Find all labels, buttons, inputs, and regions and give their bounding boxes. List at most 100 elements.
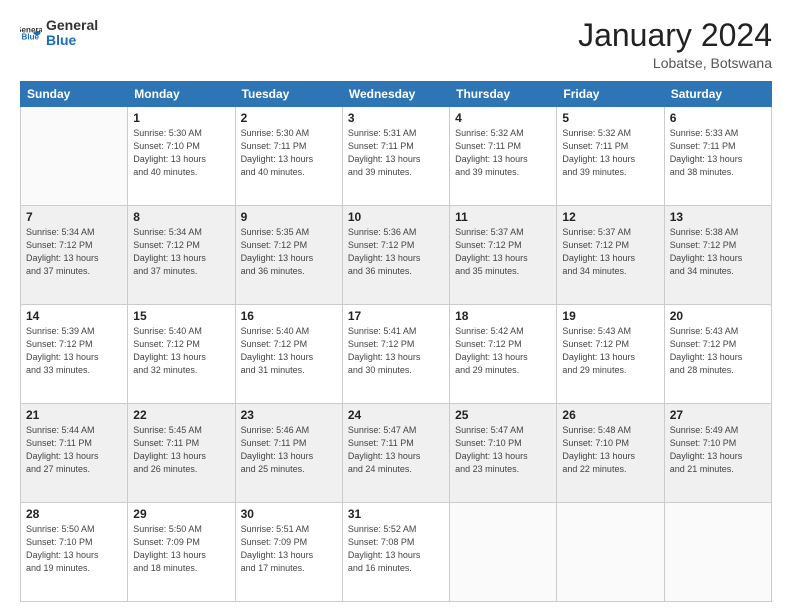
calendar-cell [557,503,664,602]
day-number: 16 [241,309,337,323]
day-info: Sunrise: 5:34 AM Sunset: 7:12 PM Dayligh… [26,226,122,278]
calendar-cell: 5 Sunrise: 5:32 AM Sunset: 7:11 PM Daylig… [557,107,664,206]
calendar-cell [21,107,128,206]
calendar-cell: 6 Sunrise: 5:33 AM Sunset: 7:11 PM Daylig… [664,107,771,206]
day-number: 3 [348,111,444,125]
week-row-3: 14Sunrise: 5:39 AM Sunset: 7:12 PM Dayli… [21,305,772,404]
svg-text:Blue: Blue [22,33,40,42]
day-info: Sunrise: 5:30 AM Sunset: 7:11 PM Dayligh… [241,127,337,179]
calendar-cell: 20 Sunrise: 5:43 AM Sunset: 7:12 PM Dayli… [664,305,771,404]
day-number: 7 [26,210,122,224]
day-number: 5 [562,111,658,125]
day-info: Sunrise: 5:36 AM Sunset: 7:12 PM Dayligh… [348,226,444,278]
day-number: 22 [133,408,229,422]
calendar-cell: 16 Sunrise: 5:40 AM Sunset: 7:12 PM Dayli… [235,305,342,404]
day-number: 18 [455,309,551,323]
calendar-cell: 13 Sunrise: 5:38 AM Sunset: 7:12 PM Dayli… [664,206,771,305]
day-info: Sunrise: 5:50 AM Sunset: 7:09 PM Dayligh… [133,523,229,575]
day-info: Sunrise: 5:38 AM Sunset: 7:12 PM Dayligh… [670,226,766,278]
col-header-friday: Friday [557,82,664,107]
day-number: 13 [670,210,766,224]
day-number: 8 [133,210,229,224]
col-header-tuesday: Tuesday [235,82,342,107]
calendar-cell: 30 Sunrise: 5:51 AM Sunset: 7:09 PM Dayli… [235,503,342,602]
day-number: 28 [26,507,122,521]
day-info: Sunrise: 5:43 AM Sunset: 7:12 PM Dayligh… [562,325,658,377]
page: General Blue General Blue January 2024 L… [0,0,792,612]
day-info: Sunrise: 5:50 AM Sunset: 7:10 PM Dayligh… [26,523,122,575]
calendar-cell [450,503,557,602]
calendar-cell: 1 Sunrise: 5:30 AM Sunset: 7:10 PM Daylig… [128,107,235,206]
calendar-cell: 15Sunrise: 5:40 AM Sunset: 7:12 PM Dayli… [128,305,235,404]
day-info: Sunrise: 5:42 AM Sunset: 7:12 PM Dayligh… [455,325,551,377]
day-info: Sunrise: 5:30 AM Sunset: 7:10 PM Dayligh… [133,127,229,179]
calendar-cell: 21Sunrise: 5:44 AM Sunset: 7:11 PM Dayli… [21,404,128,503]
day-info: Sunrise: 5:40 AM Sunset: 7:12 PM Dayligh… [241,325,337,377]
day-info: Sunrise: 5:45 AM Sunset: 7:11 PM Dayligh… [133,424,229,476]
title-block: January 2024 Lobatse, Botswana [578,18,772,71]
week-row-2: 7 Sunrise: 5:34 AM Sunset: 7:12 PM Daylig… [21,206,772,305]
calendar-cell: 11Sunrise: 5:37 AM Sunset: 7:12 PM Dayli… [450,206,557,305]
day-number: 2 [241,111,337,125]
logo-general-text: General [46,18,98,33]
logo-blue-text: Blue [46,33,98,48]
week-row-5: 28 Sunrise: 5:50 AM Sunset: 7:10 PM Dayli… [21,503,772,602]
day-info: Sunrise: 5:48 AM Sunset: 7:10 PM Dayligh… [562,424,658,476]
col-header-wednesday: Wednesday [342,82,449,107]
calendar-cell: 22 Sunrise: 5:45 AM Sunset: 7:11 PM Dayli… [128,404,235,503]
calendar-cell: 28 Sunrise: 5:50 AM Sunset: 7:10 PM Dayli… [21,503,128,602]
day-info: Sunrise: 5:47 AM Sunset: 7:10 PM Dayligh… [455,424,551,476]
calendar-cell: 31 Sunrise: 5:52 AM Sunset: 7:08 PM Dayli… [342,503,449,602]
day-number: 26 [562,408,658,422]
calendar-cell: 10 Sunrise: 5:36 AM Sunset: 7:12 PM Dayli… [342,206,449,305]
day-info: Sunrise: 5:32 AM Sunset: 7:11 PM Dayligh… [562,127,658,179]
day-number: 30 [241,507,337,521]
day-number: 31 [348,507,444,521]
calendar-cell: 4Sunrise: 5:32 AM Sunset: 7:11 PM Daylig… [450,107,557,206]
calendar-cell: 29 Sunrise: 5:50 AM Sunset: 7:09 PM Dayli… [128,503,235,602]
calendar-cell: 14Sunrise: 5:39 AM Sunset: 7:12 PM Dayli… [21,305,128,404]
day-number: 9 [241,210,337,224]
calendar-cell: 27Sunrise: 5:49 AM Sunset: 7:10 PM Dayli… [664,404,771,503]
calendar-header-row: SundayMondayTuesdayWednesdayThursdayFrid… [21,82,772,107]
calendar-cell: 19 Sunrise: 5:43 AM Sunset: 7:12 PM Dayli… [557,305,664,404]
day-info: Sunrise: 5:47 AM Sunset: 7:11 PM Dayligh… [348,424,444,476]
day-number: 1 [133,111,229,125]
logo: General Blue General Blue [20,18,98,49]
calendar-cell: 2 Sunrise: 5:30 AM Sunset: 7:11 PM Daylig… [235,107,342,206]
day-number: 29 [133,507,229,521]
calendar-cell: 23Sunrise: 5:46 AM Sunset: 7:11 PM Dayli… [235,404,342,503]
week-row-4: 21Sunrise: 5:44 AM Sunset: 7:11 PM Dayli… [21,404,772,503]
day-info: Sunrise: 5:33 AM Sunset: 7:11 PM Dayligh… [670,127,766,179]
day-number: 11 [455,210,551,224]
day-number: 10 [348,210,444,224]
calendar-cell: 9 Sunrise: 5:35 AM Sunset: 7:12 PM Daylig… [235,206,342,305]
logo-icon: General Blue [20,22,42,44]
day-number: 20 [670,309,766,323]
calendar-cell [664,503,771,602]
day-info: Sunrise: 5:34 AM Sunset: 7:12 PM Dayligh… [133,226,229,278]
day-info: Sunrise: 5:52 AM Sunset: 7:08 PM Dayligh… [348,523,444,575]
col-header-sunday: Sunday [21,82,128,107]
day-info: Sunrise: 5:37 AM Sunset: 7:12 PM Dayligh… [562,226,658,278]
location-subtitle: Lobatse, Botswana [578,55,772,71]
day-info: Sunrise: 5:35 AM Sunset: 7:12 PM Dayligh… [241,226,337,278]
calendar-cell: 25 Sunrise: 5:47 AM Sunset: 7:10 PM Dayli… [450,404,557,503]
calendar-table: SundayMondayTuesdayWednesdayThursdayFrid… [20,81,772,602]
day-info: Sunrise: 5:51 AM Sunset: 7:09 PM Dayligh… [241,523,337,575]
month-title: January 2024 [578,18,772,53]
day-number: 14 [26,309,122,323]
day-number: 24 [348,408,444,422]
day-info: Sunrise: 5:32 AM Sunset: 7:11 PM Dayligh… [455,127,551,179]
day-number: 6 [670,111,766,125]
day-info: Sunrise: 5:43 AM Sunset: 7:12 PM Dayligh… [670,325,766,377]
calendar-cell: 7 Sunrise: 5:34 AM Sunset: 7:12 PM Daylig… [21,206,128,305]
day-number: 25 [455,408,551,422]
col-header-thursday: Thursday [450,82,557,107]
day-info: Sunrise: 5:44 AM Sunset: 7:11 PM Dayligh… [26,424,122,476]
day-info: Sunrise: 5:40 AM Sunset: 7:12 PM Dayligh… [133,325,229,377]
week-row-1: 1 Sunrise: 5:30 AM Sunset: 7:10 PM Daylig… [21,107,772,206]
day-info: Sunrise: 5:41 AM Sunset: 7:12 PM Dayligh… [348,325,444,377]
day-number: 19 [562,309,658,323]
header: General Blue General Blue January 2024 L… [20,18,772,71]
